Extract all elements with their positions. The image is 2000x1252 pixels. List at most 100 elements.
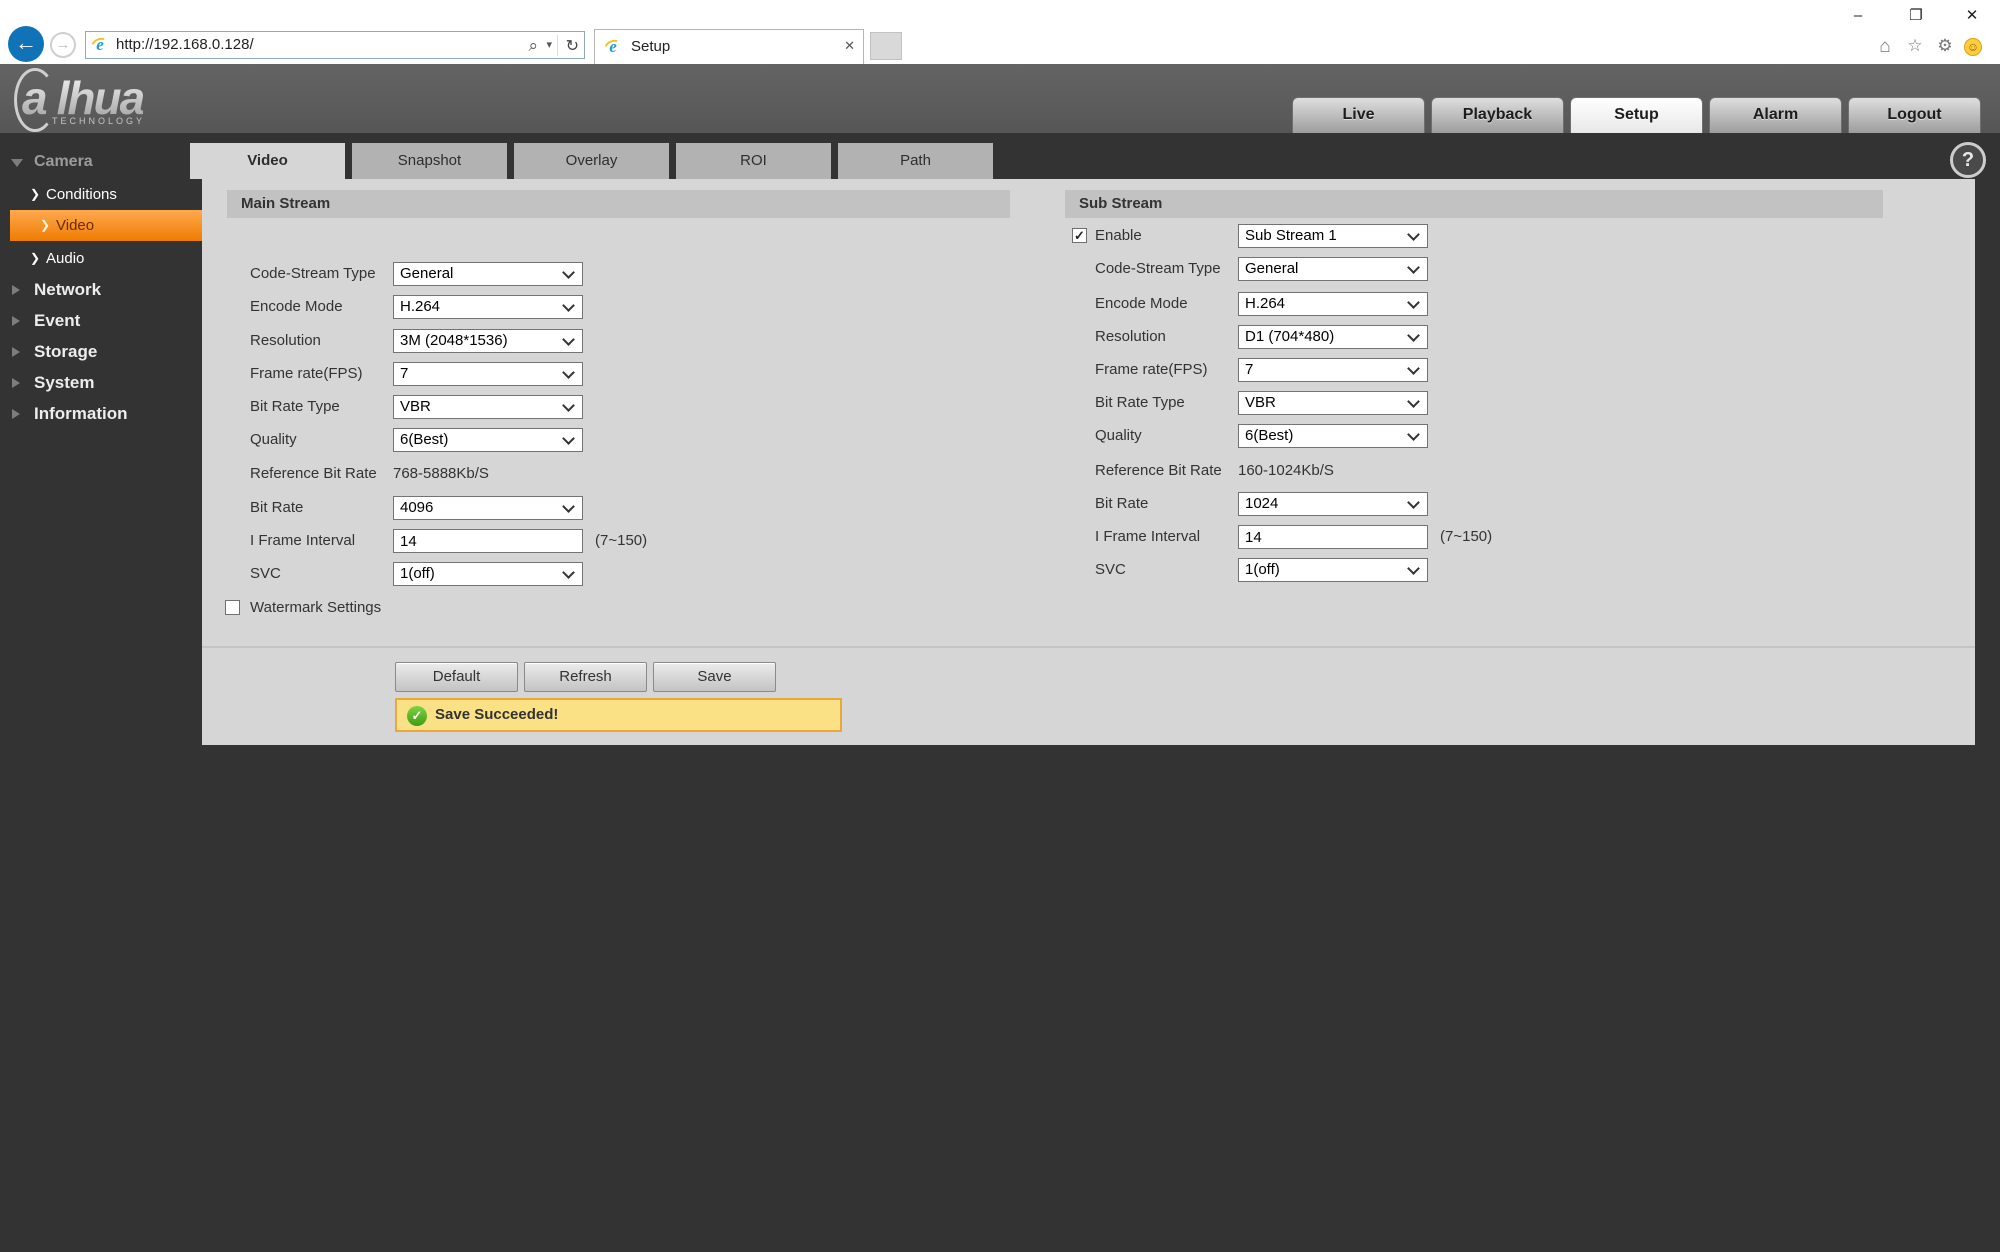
sidebar-item-conditions[interactable]: ❯ Conditions [0,181,202,208]
close-icon[interactable]: ✕ [844,38,855,54]
forward-icon[interactable]: → [50,32,76,58]
enable-label: Enable [1095,227,1142,244]
divider [202,646,1975,648]
field-value: 160-1024Kb/S [1238,462,1334,479]
field-label: SVC [1095,561,1126,578]
tab-path[interactable]: Path [838,143,993,179]
watermark-checkbox[interactable] [225,600,240,615]
browser-tab-setup[interactable]: e Setup ✕ [594,29,864,64]
url-text[interactable]: http://192.168.0.128/ [116,36,254,53]
sidebar-group-system[interactable]: System [0,369,202,397]
field-label: Quality [1095,427,1142,444]
star-icon[interactable]: ☆ [1904,36,1926,56]
address-bar[interactable]: e http://192.168.0.128/ ⌕ ▾ ↻ [85,31,585,59]
search-icon[interactable]: ⌕ [528,36,538,56]
logo-ring: a [14,68,56,132]
help-icon[interactable]: ? [1950,142,1986,178]
home-icon[interactable]: ⌂ [1874,36,1896,58]
chevron-down-icon [1407,395,1420,408]
content-panel: Main Stream Sub Stream Code-Stream Type G… [202,179,1975,745]
sidebar-group-label: Event [34,311,81,330]
tab-overlay[interactable]: Overlay [514,143,669,179]
refresh-button[interactable]: Refresh [524,662,647,692]
form-row-resolution: Resolution D1 (704*480) [202,325,1975,349]
ie-icon: e [604,38,622,56]
nav-button-logout[interactable]: Logout [1848,97,1981,133]
select-sub-stream[interactable]: Sub Stream 1 [1238,224,1428,248]
sidebar-item-video[interactable]: ❯ Video [10,210,202,241]
watermark-label: Watermark Settings [250,599,382,616]
refresh-icon[interactable]: ↻ [566,36,579,56]
default-button[interactable]: Default [395,662,518,692]
sidebar-group-camera[interactable]: Camera [0,148,202,176]
logo-subtext: TECHNOLOGY [52,116,146,126]
form-row-encode-mode: Encode Mode H.264 [202,292,1975,316]
form-row-i-frame-interval: I Frame Interval (7~150) [202,525,1975,549]
save-succeeded-banner: ✓ Save Succeeded! [395,698,842,732]
triangle-right-icon [12,316,20,326]
select-svc[interactable]: 1(off) [1238,558,1428,582]
chevron-down-icon [1407,261,1420,274]
select-encode-mode[interactable]: H.264 [1238,292,1428,316]
tab-roi[interactable]: ROI [676,143,831,179]
chevron-down-icon [1407,362,1420,375]
chevron-right-icon: ❯ [40,218,51,232]
chevron-down-icon [1407,496,1420,509]
field-hint: (7~150) [1440,528,1493,545]
back-icon[interactable]: ← [8,26,44,62]
select-quality[interactable]: 6(Best) [1238,424,1428,448]
triangle-right-icon [12,378,20,388]
app-header: a lhua TECHNOLOGY Live Playback Setup Alarm L… [0,64,2000,133]
input-i-frame-interval[interactable] [1238,525,1428,549]
sub-stream-header: Sub Stream [1065,190,1883,218]
sidebar-group-storage[interactable]: Storage [0,338,202,366]
field-label: Frame rate(FPS) [1095,361,1208,378]
dahua-setup-screen: ← → e http://192.168.0.128/ ⌕ ▾ ↻ e Setu… [0,0,2000,1252]
field-label: Code-Stream Type [1095,260,1221,277]
gear-icon[interactable]: ⚙ [1934,36,1956,56]
chevron-right-icon: ❯ [30,251,41,265]
sidebar-item-audio[interactable]: ❯ Audio [0,245,202,272]
field-label: I Frame Interval [1095,528,1201,545]
smiley-icon[interactable]: ☺ [1964,38,1982,56]
save-button[interactable]: Save [653,662,776,692]
select-resolution[interactable]: D1 (704*480) [1238,325,1428,349]
form-row-watermark: Watermark Settings [202,596,1002,620]
nav-button-alarm[interactable]: Alarm [1709,97,1842,133]
chevron-down-icon [1407,562,1420,575]
form-row-bit-rate-type: Bit Rate Type VBR [202,391,1975,415]
restore-icon[interactable]: ❐ [1901,5,1931,27]
form-row-quality: Quality 6(Best) [202,424,1975,448]
form-row-reference-bit-rate: Reference Bit Rate 160-1024Kb/S [202,459,1975,483]
form-row-code-stream-type: Code-Stream Type General [202,257,1975,281]
select-code-stream-type[interactable]: General [1238,257,1428,281]
triangle-right-icon [12,347,20,357]
nav-button-setup[interactable]: Setup [1570,97,1703,133]
chevron-down-icon[interactable]: ▾ [546,38,552,51]
sidebar-group-label: System [34,373,95,392]
sidebar-group-event[interactable]: Event [0,307,202,335]
triangle-down-icon [11,159,23,167]
sidebar-group-information[interactable]: Information [0,400,202,428]
sidebar-group-network[interactable]: Network [0,276,202,304]
enable-checkbox[interactable]: ✓ [1072,228,1087,243]
form-row-frame-rate-fps-: Frame rate(FPS) 7 [202,358,1975,382]
chevron-down-icon [1407,428,1420,441]
close-icon[interactable]: ✕ [1957,5,1987,27]
select-bit-rate-type[interactable]: VBR [1238,391,1428,415]
new-tab-button[interactable] [870,32,902,60]
tab-video[interactable]: Video [190,143,345,179]
nav-button-live[interactable]: Live [1292,97,1425,133]
field-label: Bit Rate [1095,495,1149,512]
minimize-icon[interactable]: – [1843,5,1873,27]
success-check-icon: ✓ [407,706,427,726]
main-stream-header: Main Stream [227,190,1010,218]
tab-snapshot[interactable]: Snapshot [352,143,507,179]
field-label: Bit Rate Type [1095,394,1185,411]
form-row-svc: SVC 1(off) [202,558,1975,582]
select-frame-rate-fps-[interactable]: 7 [1238,358,1428,382]
select-bit-rate[interactable]: 1024 [1238,492,1428,516]
sidebar-group-label: Camera [34,153,93,170]
nav-button-playback[interactable]: Playback [1431,97,1564,133]
triangle-right-icon [12,409,20,419]
